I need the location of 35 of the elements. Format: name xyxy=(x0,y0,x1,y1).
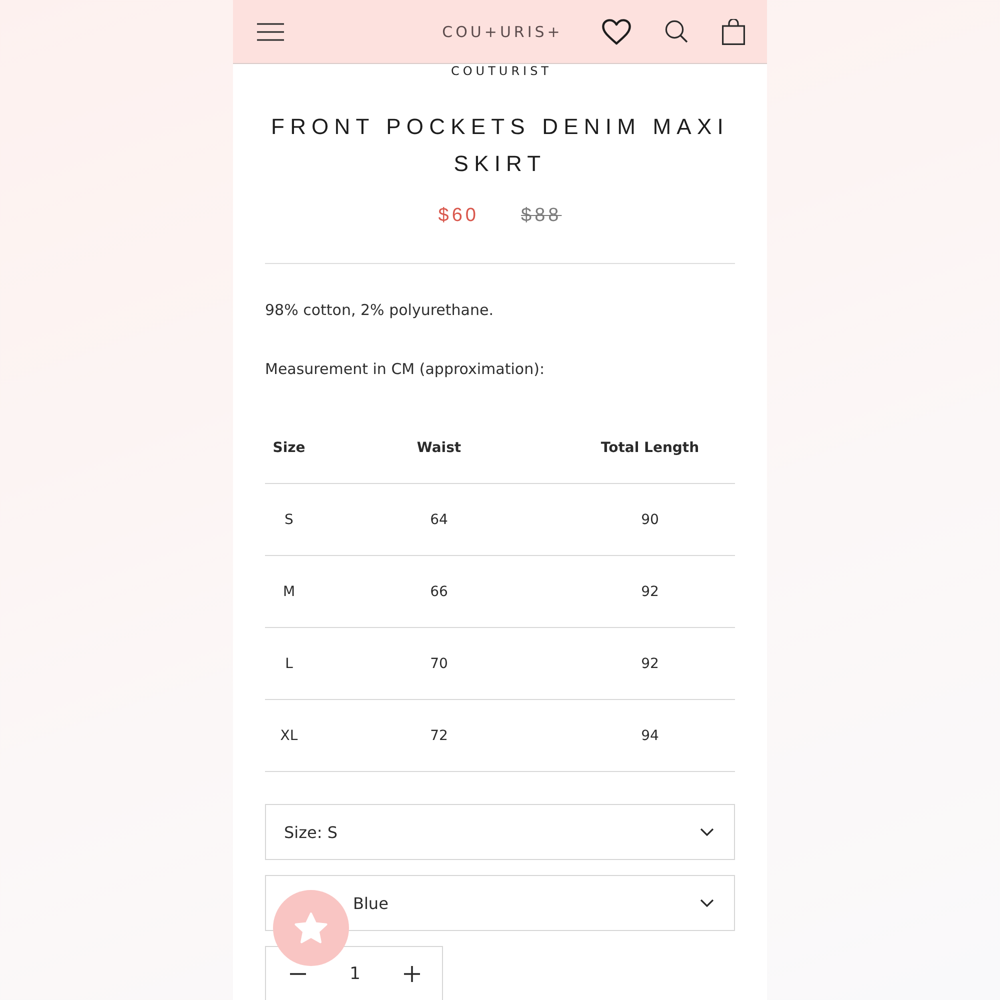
table-cell: 92 xyxy=(641,584,659,600)
search-icon[interactable] xyxy=(665,20,688,43)
description-text: Measurement in CM (approximation): xyxy=(265,359,544,380)
table-header-cell: Waist xyxy=(416,440,462,456)
sale-price: $60 xyxy=(438,204,479,228)
menu-icon[interactable] xyxy=(257,22,284,40)
table-cell: 70 xyxy=(430,656,448,672)
plus-icon xyxy=(404,966,420,982)
table-header-cell: Total Length xyxy=(600,440,700,456)
chevron-down-icon xyxy=(700,828,714,836)
table-cell: L xyxy=(285,656,293,672)
compare-price: $88 xyxy=(521,204,562,228)
table-cell: 64 xyxy=(430,512,448,528)
table-header-cell: Size xyxy=(272,440,306,456)
quantity-value[interactable]: 1 xyxy=(350,964,360,984)
chevron-down-icon xyxy=(700,899,714,907)
table-cell: 66 xyxy=(430,584,448,600)
table-cell: XL xyxy=(280,728,298,744)
minus-icon xyxy=(290,972,306,974)
increase-button[interactable] xyxy=(404,966,420,982)
option-select[interactable]: Size: S xyxy=(265,804,735,860)
star-icon xyxy=(294,912,328,944)
description-text: 98% cotton, 2% polyurethane. xyxy=(265,300,494,321)
product-title: FRONT POCKETS DENIM MAXI SKIRT xyxy=(270,113,730,178)
option-select[interactable]: Blue xyxy=(265,875,735,931)
table-cell: 72 xyxy=(430,728,448,744)
heart-icon[interactable] xyxy=(602,18,631,44)
table-cell: S xyxy=(284,512,294,528)
vendor-name: COUTURIST xyxy=(450,64,552,78)
table-cell: M xyxy=(282,584,296,600)
table-cell: 94 xyxy=(641,728,659,744)
brand-logo[interactable]: COU+URIS+ xyxy=(439,22,563,40)
table-cell: 92 xyxy=(641,656,659,672)
shopping-bag-icon[interactable] xyxy=(722,18,745,44)
table-cell: 90 xyxy=(641,512,659,528)
